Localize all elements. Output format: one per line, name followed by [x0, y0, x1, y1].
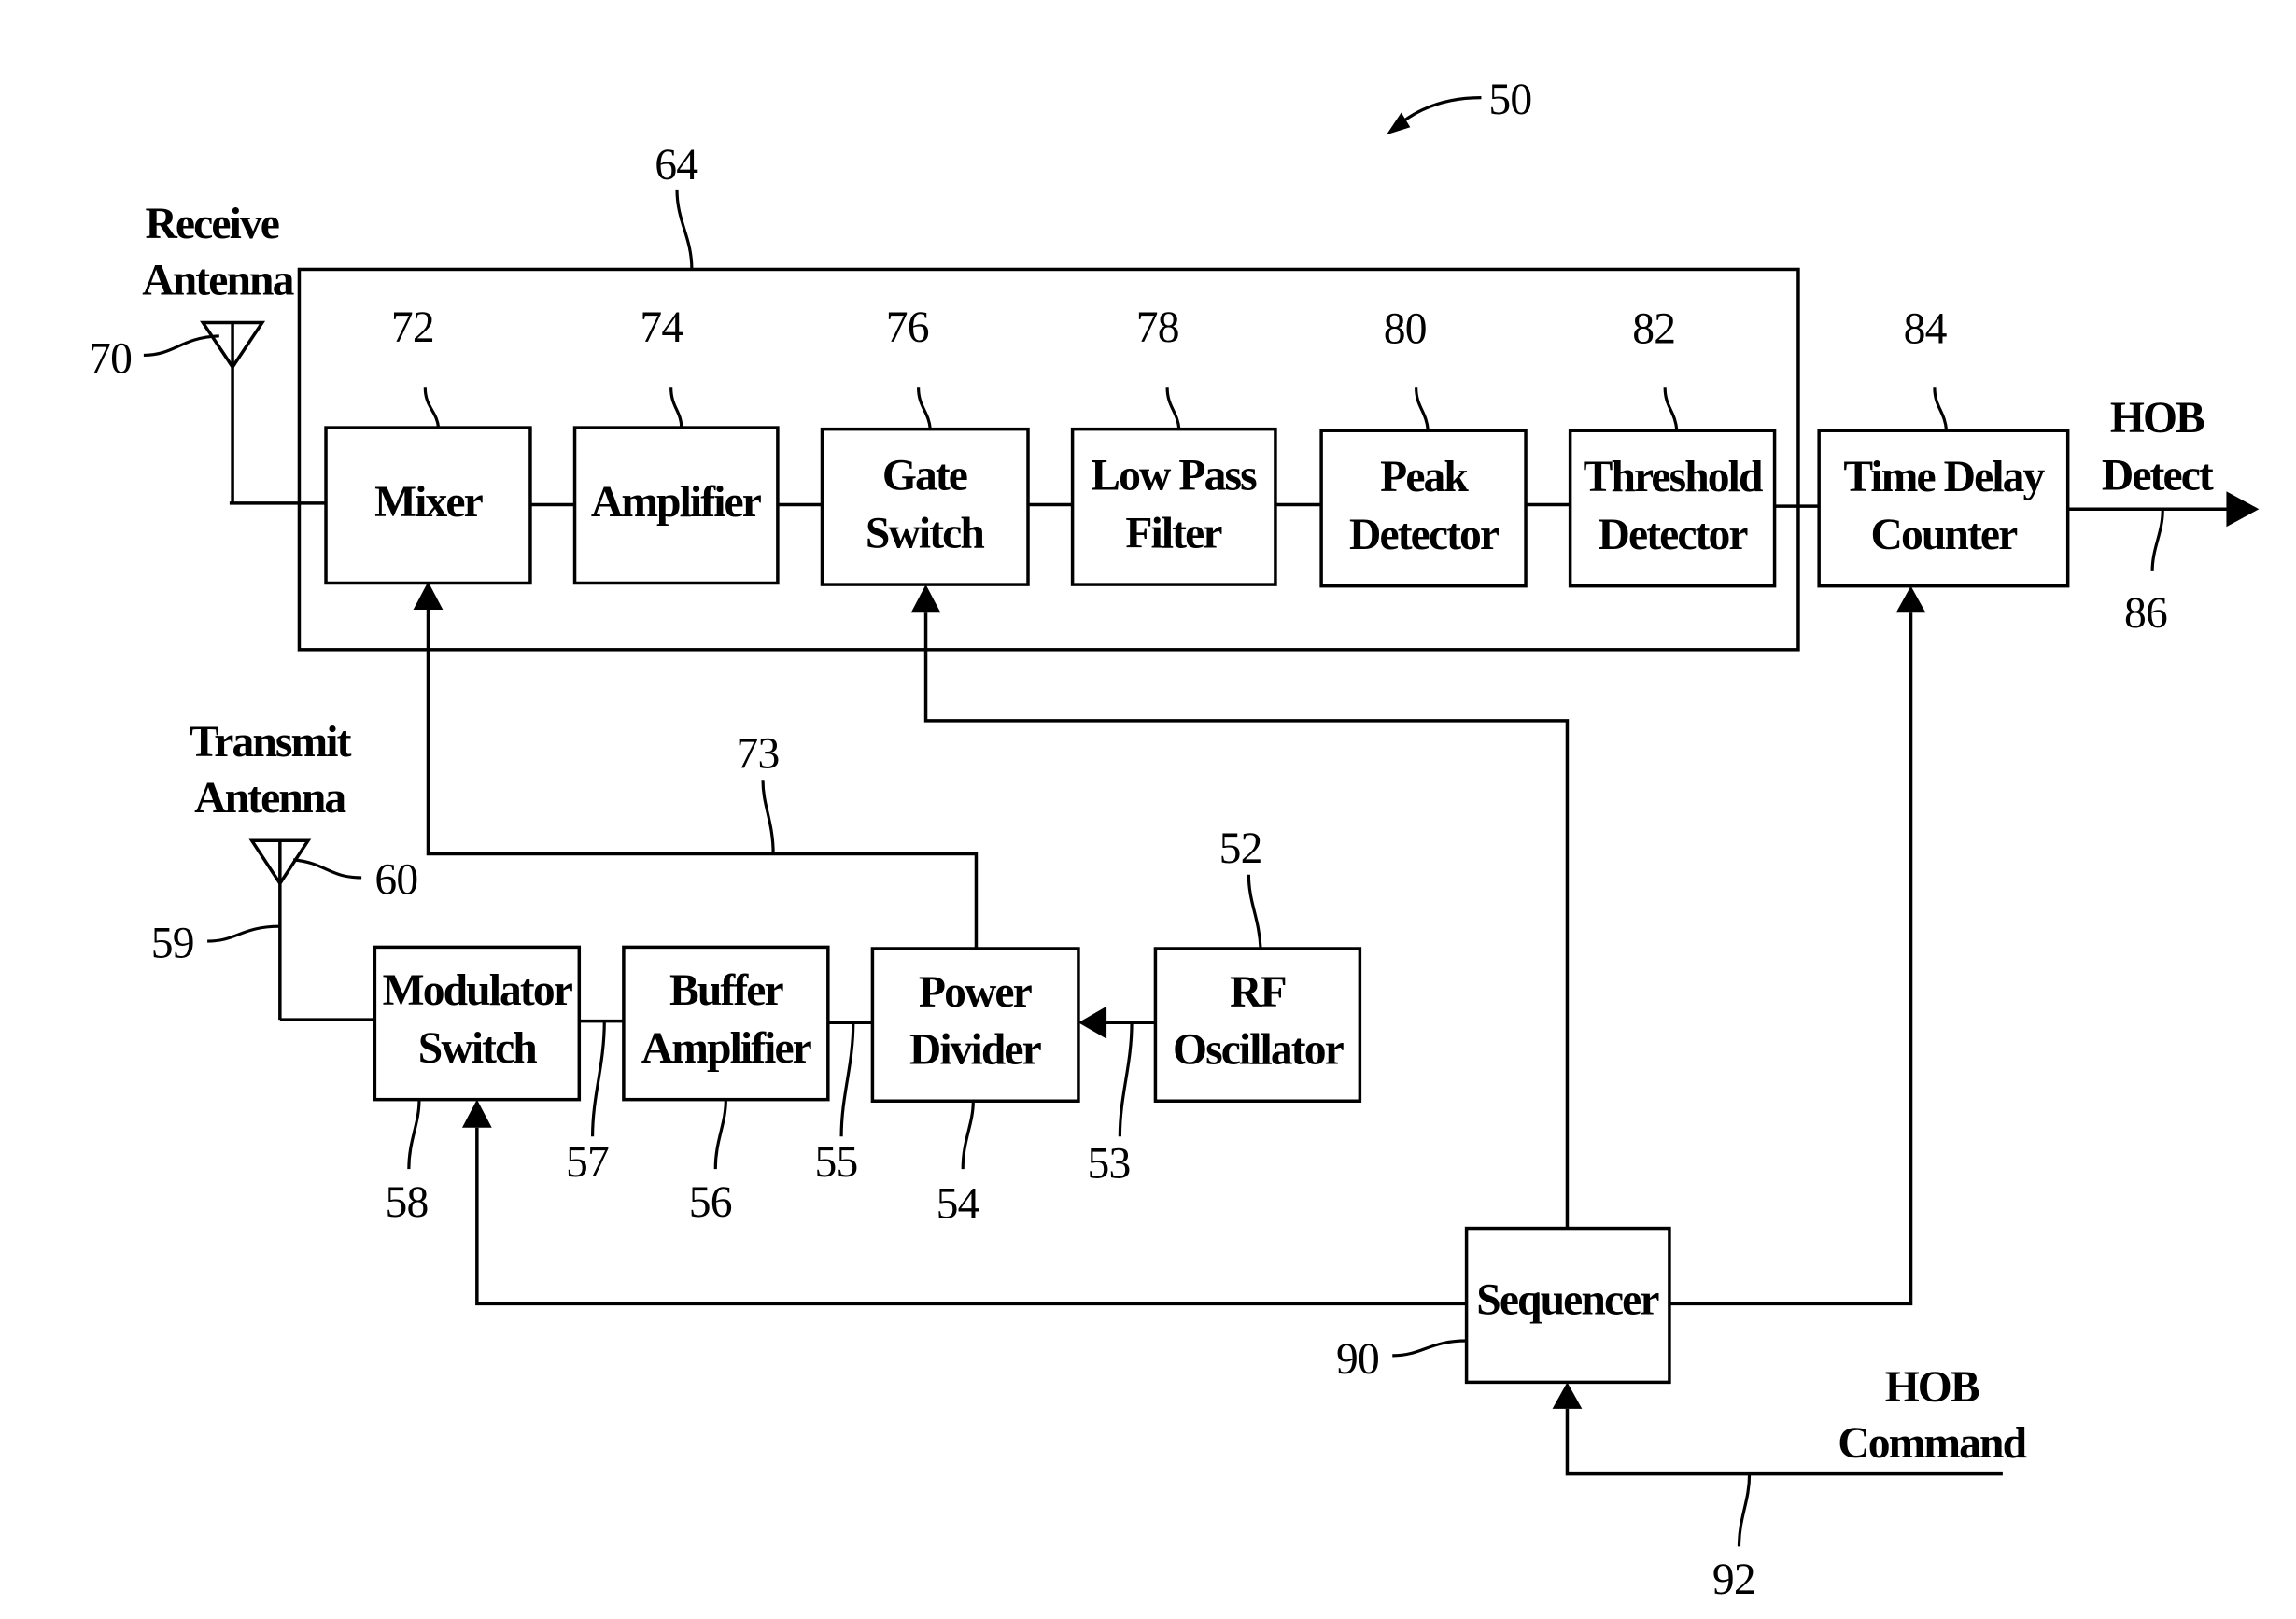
ref-53: 53: [1087, 1140, 1130, 1189]
gate-switch-ref: 76: [886, 303, 929, 352]
receive-antenna-label-1: Receive: [145, 200, 278, 248]
oscillator-arrow-icon: [1078, 1006, 1107, 1039]
ref-55: 55: [815, 1138, 858, 1187]
amplifier-block: Amplifier 74: [572, 303, 780, 585]
threshold-detector-ref: 82: [1632, 305, 1675, 354]
modulator-switch-ref: 58: [385, 1178, 428, 1227]
mixer-input-arrow-icon: [413, 581, 444, 611]
peak-detector-block: Peak Detector 80: [1319, 305, 1528, 588]
threshold-detector-block: Threshold Detector 82: [1568, 305, 1777, 588]
sequencer-block: Sequencer 90: [1336, 1226, 1671, 1385]
mixer-ref: 72: [391, 303, 434, 352]
low-pass-filter-block: Low Pass Filter 78: [1070, 303, 1277, 586]
transmit-antenna-ref: 60: [374, 855, 417, 904]
threshold-detector-label-2: Detector: [1599, 511, 1749, 559]
hob-command-label-2: Command: [1838, 1419, 2026, 1468]
hob-command-label-1: HOB: [1885, 1363, 1979, 1412]
receive-antenna: Receive Antenna 70: [89, 200, 327, 505]
low-pass-filter-label-1: Low Pass: [1091, 452, 1257, 500]
output-arrow-icon: [2226, 491, 2260, 528]
gate-control-path: [910, 584, 1570, 1229]
transmit-antenna-label-2: Antenna: [194, 774, 346, 823]
receiver-group-ref: 64: [655, 141, 698, 190]
figure-reference: 50: [1386, 76, 1532, 135]
gate-switch-label-2: Switch: [866, 509, 985, 557]
time-delay-counter-ref: 84: [1904, 305, 1948, 354]
time-delay-counter-input-arrow-icon: [1895, 585, 1926, 613]
receive-antenna-ref: 70: [89, 334, 132, 383]
modulator-switch-label-1: Modulator: [383, 966, 573, 1015]
hob-detect-label-1: HOB: [2110, 394, 2204, 443]
mixer-block: Mixer 72: [324, 303, 532, 585]
peak-detector-label-2: Detector: [1349, 511, 1500, 559]
amplifier-label: Amplifier: [591, 478, 762, 527]
sequencer-input-arrow-icon: [1552, 1382, 1583, 1409]
hob-detect-output: HOB Detect 86: [2067, 394, 2260, 638]
receive-antenna-label-2: Antenna: [142, 256, 294, 304]
modulator-switch-label-2: Switch: [418, 1024, 538, 1073]
low-pass-filter-label-2: Filter: [1125, 509, 1222, 557]
transmit-feed-ref: 59: [151, 920, 194, 968]
hob-detect-label-2: Detect: [2102, 452, 2214, 500]
ref-57: 57: [566, 1138, 609, 1187]
lo-path: 73: [413, 581, 979, 949]
hob-command-ref: 92: [1712, 1556, 1755, 1604]
block-diagram: 50 64 Receive Antenna 70 Mixer 72 Amplif…: [89, 76, 2260, 1604]
threshold-detector-label-1: Threshold: [1584, 453, 1763, 501]
sequencer-label: Sequencer: [1476, 1276, 1659, 1325]
rf-oscillator-label-1: RF: [1230, 968, 1286, 1017]
hob-detect-ref: 86: [2124, 589, 2167, 638]
time-delay-counter-block: Time Delay Counter 84: [1817, 305, 2070, 588]
buffer-amplifier-label-2: Amplifier: [641, 1024, 812, 1073]
power-divider-block: Power Divider 54: [870, 947, 1080, 1228]
transmit-antenna-label-1: Transmit: [190, 718, 352, 767]
modulator-switch-input-arrow-icon: [461, 1099, 492, 1128]
transmitter-chain: Modulator Switch 58 Buffer Amplifier 56 …: [373, 824, 1362, 1228]
gate-switch-input-arrow-icon: [910, 584, 941, 613]
hob-command-input: HOB Command 92: [1552, 1363, 2028, 1604]
peak-detector-ref: 80: [1384, 305, 1427, 354]
counter-control-path: [1669, 585, 1926, 1306]
gate-switch-label-1: Gate: [882, 452, 967, 500]
rf-oscillator-ref: 52: [1219, 824, 1262, 873]
receiver-chain: Mixer 72 Amplifier 74 Gate Switch 76 Low…: [324, 303, 1820, 588]
power-divider-label-1: Power: [919, 968, 1033, 1017]
amplifier-ref: 74: [640, 303, 683, 352]
buffer-amplifier-block: Buffer Amplifier 56: [622, 945, 830, 1227]
ref-73: 73: [736, 730, 779, 779]
gate-switch-block: Gate Switch 76: [820, 303, 1030, 586]
figure-ref-text: 50: [1488, 76, 1531, 124]
rf-oscillator-label-2: Oscillator: [1173, 1026, 1345, 1075]
time-delay-counter-label-2: Counter: [1870, 511, 2018, 559]
mixer-label: Mixer: [374, 478, 483, 527]
low-pass-filter-ref: 78: [1136, 303, 1179, 352]
peak-detector-label-1: Peak: [1380, 453, 1469, 501]
sequencer-ref: 90: [1336, 1335, 1379, 1384]
power-divider-ref: 54: [937, 1179, 980, 1228]
buffer-amplifier-ref: 56: [689, 1178, 732, 1227]
rf-oscillator-block: RF Oscillator 52: [1153, 824, 1362, 1103]
power-divider-label-2: Divider: [909, 1026, 1042, 1075]
time-delay-counter-label-1: Time Delay: [1843, 453, 2045, 501]
buffer-amplifier-label-1: Buffer: [669, 966, 784, 1015]
